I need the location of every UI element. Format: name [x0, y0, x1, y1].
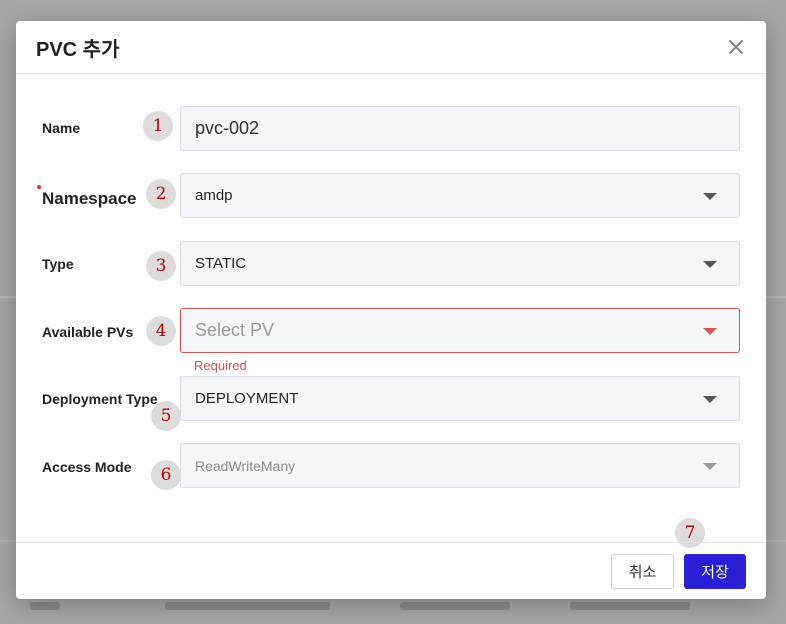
close-button[interactable] — [726, 37, 746, 57]
chevron-down-icon — [703, 193, 717, 200]
marker-4: 4 — [146, 316, 176, 346]
deployment-type-label: Deployment Type — [42, 391, 158, 407]
dialog-footer: 취소 저장 — [16, 542, 766, 599]
type-row: Type 3 STATIC — [16, 241, 766, 286]
available-pvs-placeholder: Select PV — [195, 320, 275, 340]
dialog-title: PVC 추가 — [36, 38, 120, 61]
dialog-header: PVC 추가 — [16, 21, 766, 74]
cancel-button[interactable]: 취소 — [611, 554, 674, 589]
marker-5: 5 — [151, 401, 181, 431]
type-label: Type — [42, 256, 74, 272]
marker-3: 3 — [146, 251, 176, 281]
name-value: pvc-002 — [195, 118, 260, 138]
chevron-down-icon — [703, 396, 717, 403]
deployment-type-value: DEPLOYMENT — [195, 390, 299, 407]
access-mode-label: Access Mode — [42, 459, 132, 475]
save-button[interactable]: 저장 — [684, 554, 746, 589]
namespace-label: Namespace — [42, 189, 137, 208]
deployment-type-row: Deployment Type 5 DEPLOYMENT — [16, 376, 766, 431]
close-icon — [729, 40, 743, 54]
chevron-down-icon — [703, 328, 717, 335]
name-label: Name — [42, 120, 81, 136]
marker-6: 6 — [151, 460, 181, 490]
marker-2: 2 — [146, 179, 176, 209]
type-select[interactable]: STATIC — [180, 241, 740, 286]
available-pvs-error: Required — [194, 358, 247, 373]
marker-1: 1 — [143, 111, 173, 141]
namespace-value: amdp — [195, 187, 233, 204]
chevron-down-icon — [703, 261, 717, 268]
deployment-type-select[interactable]: DEPLOYMENT — [180, 376, 740, 421]
access-mode-value: ReadWriteMany — [195, 457, 296, 474]
type-value: STATIC — [195, 255, 247, 272]
pvc-add-dialog: PVC 추가 Name 1 pvc-002 Namespace 2 amdp T… — [16, 21, 766, 599]
name-row: Name 1 pvc-002 — [16, 106, 766, 151]
access-mode-select: ReadWriteMany — [180, 443, 740, 488]
available-pvs-select[interactable]: Select PV — [180, 308, 740, 353]
namespace-row: Namespace 2 amdp — [16, 173, 766, 218]
name-input[interactable]: pvc-002 — [180, 106, 740, 151]
namespace-select[interactable]: amdp — [180, 173, 740, 218]
access-mode-row: Access Mode 6 ReadWriteMany — [16, 443, 766, 490]
available-pvs-row: Available PVs 4 Select PV Required — [16, 308, 766, 373]
chevron-down-icon — [703, 463, 717, 470]
required-indicator — [37, 185, 41, 189]
available-pvs-label: Available PVs — [42, 324, 134, 340]
